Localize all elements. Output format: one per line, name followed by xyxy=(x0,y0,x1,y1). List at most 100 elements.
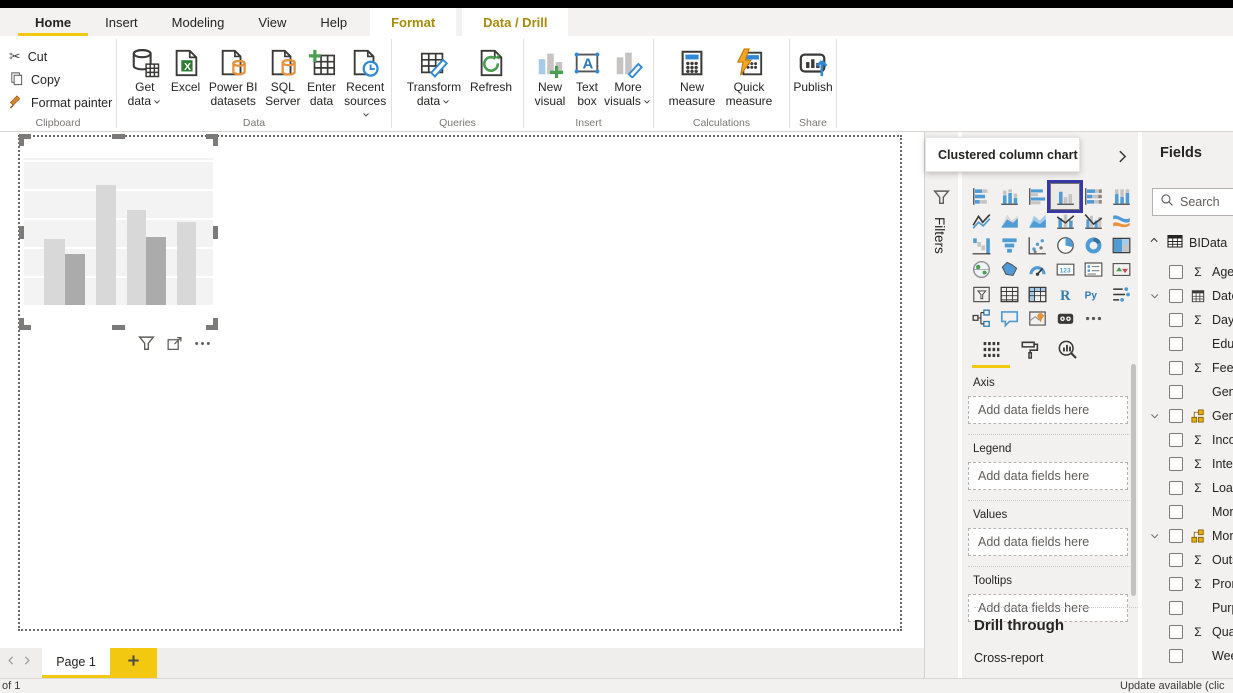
pie-chart-icon[interactable] xyxy=(1051,233,1079,258)
well-dropzone[interactable]: Add data fields here xyxy=(968,528,1128,556)
page-tab[interactable]: Page 1 xyxy=(42,648,110,678)
menu-modeling[interactable]: Modeling xyxy=(155,8,242,36)
transform-data-button[interactable]: Transform data xyxy=(402,36,466,110)
field-row[interactable]: Educ xyxy=(1148,332,1233,356)
field-row[interactable]: ΣOuts xyxy=(1148,548,1233,572)
field-checkbox[interactable] xyxy=(1169,409,1183,423)
stacked-column-chart-icon[interactable] xyxy=(995,184,1023,209)
more-visuals-ellipsis-icon[interactable] xyxy=(1079,307,1107,332)
field-row[interactable]: ΣDay_ xyxy=(1148,308,1233,332)
resize-handle-top-left[interactable] xyxy=(19,134,31,146)
hundred-percent-stacked-bar-chart-icon[interactable] xyxy=(1079,184,1107,209)
r-script-visual-icon[interactable]: R xyxy=(1051,282,1079,307)
field-checkbox[interactable] xyxy=(1169,601,1183,615)
key-influencers-icon[interactable] xyxy=(1107,282,1135,307)
field-checkbox[interactable] xyxy=(1169,433,1183,447)
next-page-arrow[interactable] xyxy=(19,648,34,678)
menu-format-contextual[interactable]: Format xyxy=(370,8,456,36)
recent-sources-button[interactable]: Recent sources xyxy=(339,36,391,124)
field-row[interactable]: Date xyxy=(1148,284,1233,308)
matrix-icon[interactable] xyxy=(1023,282,1051,307)
field-checkbox[interactable] xyxy=(1169,313,1183,327)
filters-pane-collapsed[interactable]: Filters xyxy=(924,132,958,678)
arcgis-map-icon[interactable] xyxy=(1023,307,1051,332)
field-row[interactable]: ΣAge xyxy=(1148,260,1233,284)
cut-button[interactable]: ✂ Cut xyxy=(9,45,116,68)
qa-visual-icon[interactable] xyxy=(995,307,1023,332)
chevron-down-icon[interactable] xyxy=(1148,530,1163,543)
filled-map-icon[interactable] xyxy=(995,258,1023,283)
chevron-down-icon[interactable] xyxy=(1148,290,1163,303)
selected-visual-clustered-column[interactable] xyxy=(22,137,215,327)
report-canvas[interactable] xyxy=(0,132,924,648)
line-and-stacked-column-chart-icon[interactable] xyxy=(1051,209,1079,234)
menu-data-drill-contextual[interactable]: Data / Drill xyxy=(462,8,568,36)
field-checkbox[interactable] xyxy=(1169,649,1183,663)
new-measure-button[interactable]: New measure xyxy=(664,36,720,108)
analytics-tab[interactable] xyxy=(1048,338,1086,365)
well-dropzone[interactable]: Add data fields here xyxy=(968,462,1128,490)
chevron-up-icon[interactable] xyxy=(1148,234,1161,252)
quick-measure-button[interactable]: Quick measure xyxy=(720,36,778,108)
enter-data-button[interactable]: Enter data xyxy=(304,36,340,108)
format-tab[interactable] xyxy=(1010,338,1048,365)
get-data-button[interactable]: Get data xyxy=(123,36,167,110)
stacked-area-chart-icon[interactable] xyxy=(1023,209,1051,234)
table-node-bidata[interactable]: BIData xyxy=(1148,231,1227,255)
chevron-down-icon[interactable] xyxy=(1148,410,1163,423)
filter-icon[interactable] xyxy=(138,335,155,357)
sql-server-button[interactable]: SQL Server xyxy=(262,36,304,108)
table-icon[interactable] xyxy=(995,282,1023,307)
menu-insert[interactable]: Insert xyxy=(88,8,155,36)
resize-handle-bottom-left[interactable] xyxy=(19,318,31,330)
resize-handle-bottom[interactable] xyxy=(112,325,125,330)
field-checkbox[interactable] xyxy=(1169,289,1183,303)
resize-handle-left[interactable] xyxy=(19,226,24,239)
fields-wells-tab[interactable] xyxy=(972,338,1010,368)
stacked-bar-chart-icon[interactable] xyxy=(967,184,995,209)
more-options-icon[interactable] xyxy=(194,335,211,357)
field-row[interactable]: ΣLoan xyxy=(1148,476,1233,500)
field-row[interactable]: Purp xyxy=(1148,596,1233,620)
field-row[interactable]: ΣFeed xyxy=(1148,356,1233,380)
well-dropzone[interactable]: Add data fields here xyxy=(968,396,1128,424)
power-bi-datasets-button[interactable]: Power BI datasets xyxy=(204,36,262,108)
text-box-button[interactable]: A Text box xyxy=(570,36,604,108)
resize-handle-right[interactable] xyxy=(213,226,218,239)
scrollbar[interactable] xyxy=(1131,364,1136,596)
focus-mode-icon[interactable] xyxy=(166,335,183,357)
resize-handle-top[interactable] xyxy=(112,134,125,139)
power-apps-visual-icon[interactable] xyxy=(1051,307,1079,332)
search-input[interactable]: Search xyxy=(1152,188,1233,216)
field-checkbox[interactable] xyxy=(1169,577,1183,591)
treemap-icon[interactable] xyxy=(1107,233,1135,258)
multi-row-card-icon[interactable] xyxy=(1079,258,1107,283)
resize-handle-top-right[interactable] xyxy=(206,134,218,146)
field-checkbox[interactable] xyxy=(1169,625,1183,639)
field-checkbox[interactable] xyxy=(1169,385,1183,399)
field-row[interactable]: ΣQuan xyxy=(1148,620,1233,644)
field-checkbox[interactable] xyxy=(1169,265,1183,279)
format-painter-button[interactable]: Format painter xyxy=(9,91,116,114)
kpi-icon[interactable] xyxy=(1107,258,1135,283)
previous-page-arrow[interactable] xyxy=(4,648,19,678)
funnel-chart-icon[interactable] xyxy=(995,233,1023,258)
line-chart-icon[interactable] xyxy=(967,209,995,234)
menu-home[interactable]: Home xyxy=(18,8,88,36)
resize-handle-bottom-right[interactable] xyxy=(206,318,218,330)
clustered-column-chart-icon[interactable] xyxy=(1051,184,1079,209)
new-visual-button[interactable]: New visual xyxy=(530,36,570,108)
field-row[interactable]: ΣProm xyxy=(1148,572,1233,596)
field-checkbox[interactable] xyxy=(1169,361,1183,375)
ribbon-chart-icon[interactable] xyxy=(1107,209,1135,234)
field-checkbox[interactable] xyxy=(1169,457,1183,471)
python-visual-icon[interactable]: Py xyxy=(1079,282,1107,307)
add-page-button[interactable] xyxy=(110,648,157,678)
field-checkbox[interactable] xyxy=(1169,505,1183,519)
publish-button[interactable]: Publish xyxy=(790,36,836,95)
map-icon[interactable] xyxy=(967,258,995,283)
donut-chart-icon[interactable] xyxy=(1079,233,1107,258)
area-chart-icon[interactable] xyxy=(995,209,1023,234)
copy-button[interactable]: Copy xyxy=(9,68,116,91)
field-row[interactable]: ΣIncor xyxy=(1148,428,1233,452)
